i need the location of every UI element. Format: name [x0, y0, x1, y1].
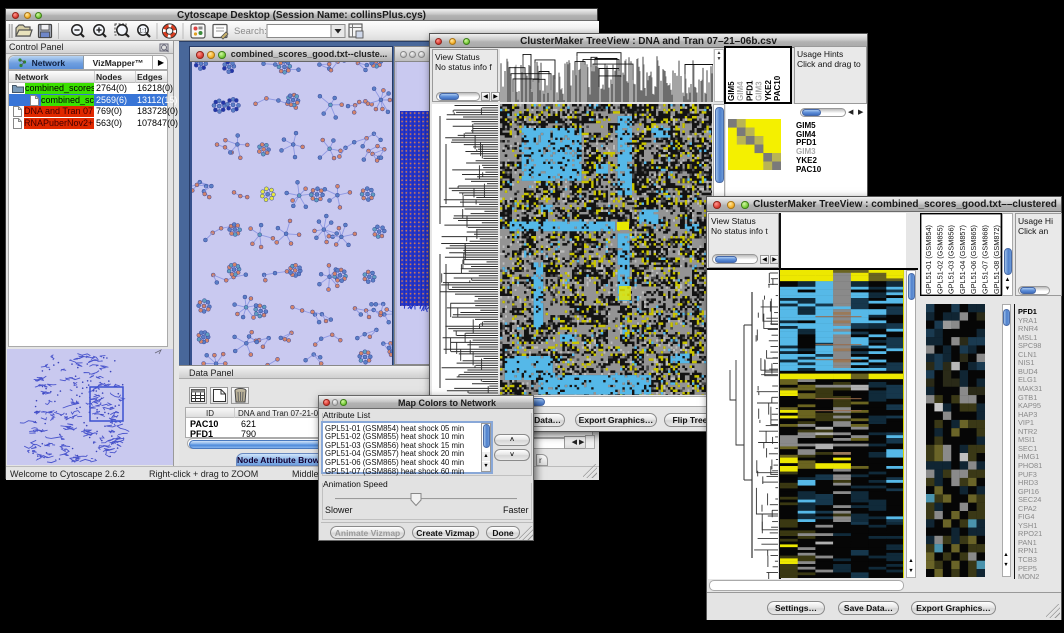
svg-text:GPL51-07 (GSM868): GPL51-07 (GSM868): [981, 225, 990, 294]
svg-text:GIM4: GIM4: [736, 81, 745, 101]
svg-text:PFD1: PFD1: [745, 80, 754, 101]
svg-text:GPL51-01 (GSM854): GPL51-01 (GSM854): [924, 225, 933, 294]
svg-text:GPL51-04 (GSM857): GPL51-04 (GSM857): [958, 225, 967, 294]
svg-text:GPL51-06 (GSM865): GPL51-06 (GSM865): [969, 225, 978, 294]
svg-text:GPL51-03 (GSM856): GPL51-03 (GSM856): [947, 225, 956, 294]
svg-text:PAC10: PAC10: [773, 75, 782, 101]
svg-text:GPL51-02 (GSM855): GPL51-02 (GSM855): [935, 225, 944, 294]
svg-text:1:1: 1:1: [139, 28, 148, 34]
svg-text:Search:: Search:: [234, 26, 267, 37]
svg-text:GIM3: GIM3: [755, 81, 764, 101]
svg-text:YKE2: YKE2: [764, 80, 773, 101]
svg-text:GPL51-08 (GSM872): GPL51-08 (GSM872): [992, 225, 1001, 294]
svg-text:GIM5: GIM5: [727, 81, 736, 101]
